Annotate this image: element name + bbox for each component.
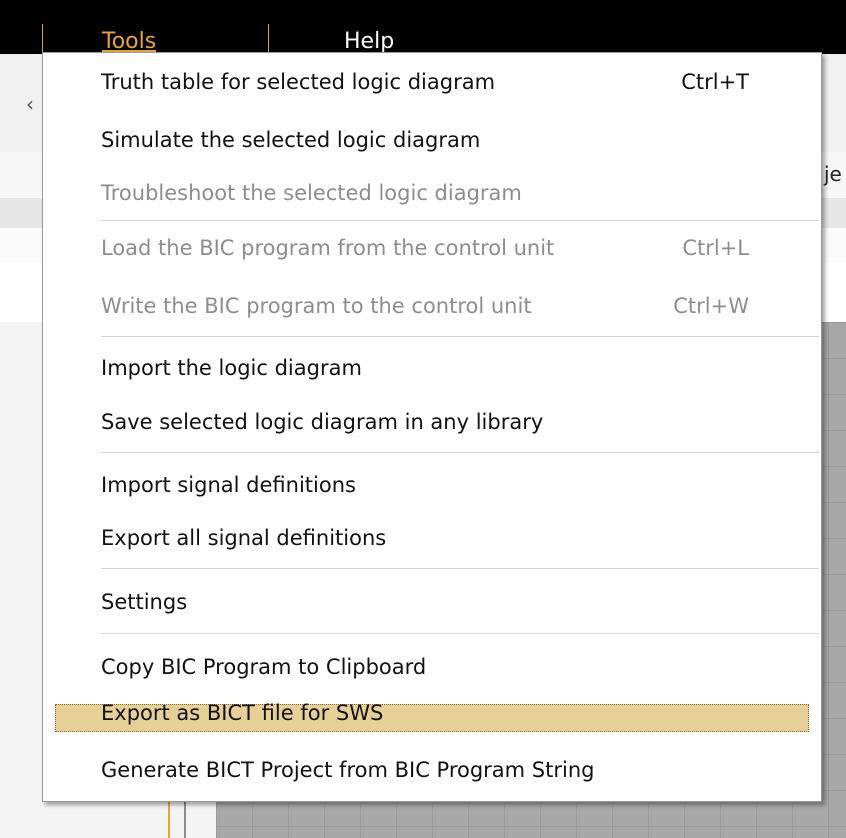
menu-separator — [101, 336, 819, 337]
menu-bar-separator — [42, 24, 43, 52]
menu-item-shortcut: Ctrl+L — [682, 236, 749, 260]
menu-item-generate-bict-project[interactable]: Generate BICT Project from BIC Program S… — [43, 751, 821, 791]
menu-item-label: Write the BIC program to the control uni… — [101, 294, 532, 318]
menu-item-shortcut: Ctrl+W — [673, 294, 749, 318]
menu-separator — [101, 452, 819, 453]
menu-item-label: Generate BICT Project from BIC Program S… — [101, 758, 595, 782]
menu-item-label: Import the logic diagram — [101, 356, 362, 380]
menu-item-export-signal-definitions[interactable]: Export all signal definitions — [43, 519, 821, 559]
menu-tools[interactable]: Tools — [102, 29, 156, 54]
menu-item-copy-bic-program[interactable]: Copy BIC Program to Clipboard — [43, 648, 821, 688]
menu-item-label: Simulate the selected logic diagram — [101, 128, 481, 152]
menu-item-simulate[interactable]: Simulate the selected logic diagram — [43, 121, 821, 161]
menu-item-write-bic-program[interactable]: Write the BIC program to the control uni… — [43, 287, 821, 327]
menu-item-troubleshoot[interactable]: Troubleshoot the selected logic diagram — [43, 174, 821, 214]
menu-item-label: Truth table for selected logic diagram — [101, 70, 496, 94]
tools-dropdown-menu: Truth table for selected logic diagram C… — [42, 52, 822, 802]
background-tab-label[interactable]: je — [824, 162, 842, 186]
menu-item-label: Troubleshoot the selected logic diagram — [101, 181, 522, 205]
menu-separator — [101, 568, 819, 569]
menu-item-save-logic-diagram[interactable]: Save selected logic diagram in any libra… — [43, 403, 821, 443]
menu-item-shortcut: Ctrl+T — [681, 70, 749, 94]
menu-bar-separator — [268, 24, 269, 52]
menu-item-settings[interactable]: Settings — [43, 583, 821, 623]
menu-item-label: Export all signal definitions — [101, 526, 387, 550]
menu-item-label: Save selected logic diagram in any libra… — [101, 410, 544, 434]
menu-item-label: Load the BIC program from the control un… — [101, 236, 555, 260]
menu-bar: Tools Help — [0, 0, 846, 54]
menu-item-truth-table[interactable]: Truth table for selected logic diagram C… — [43, 63, 821, 103]
menu-item-load-bic-program[interactable]: Load the BIC program from the control un… — [43, 229, 821, 269]
menu-item-label: Export as BICT file for SWS — [101, 701, 384, 725]
menu-item-import-logic-diagram[interactable]: Import the logic diagram — [43, 349, 821, 389]
menu-item-import-signal-definitions[interactable]: Import signal definitions — [43, 466, 821, 506]
menu-item-label: Import signal definitions — [101, 473, 356, 497]
menu-item-export-bict-file[interactable]: Export as BICT file for SWS — [43, 701, 821, 741]
menu-separator — [101, 633, 819, 634]
menu-item-label: Settings — [101, 590, 188, 614]
menu-item-label: Copy BIC Program to Clipboard — [101, 655, 427, 679]
chevron-left-icon[interactable]: ‹ — [26, 92, 34, 116]
menu-separator — [101, 220, 819, 221]
menu-help[interactable]: Help — [344, 29, 394, 54]
